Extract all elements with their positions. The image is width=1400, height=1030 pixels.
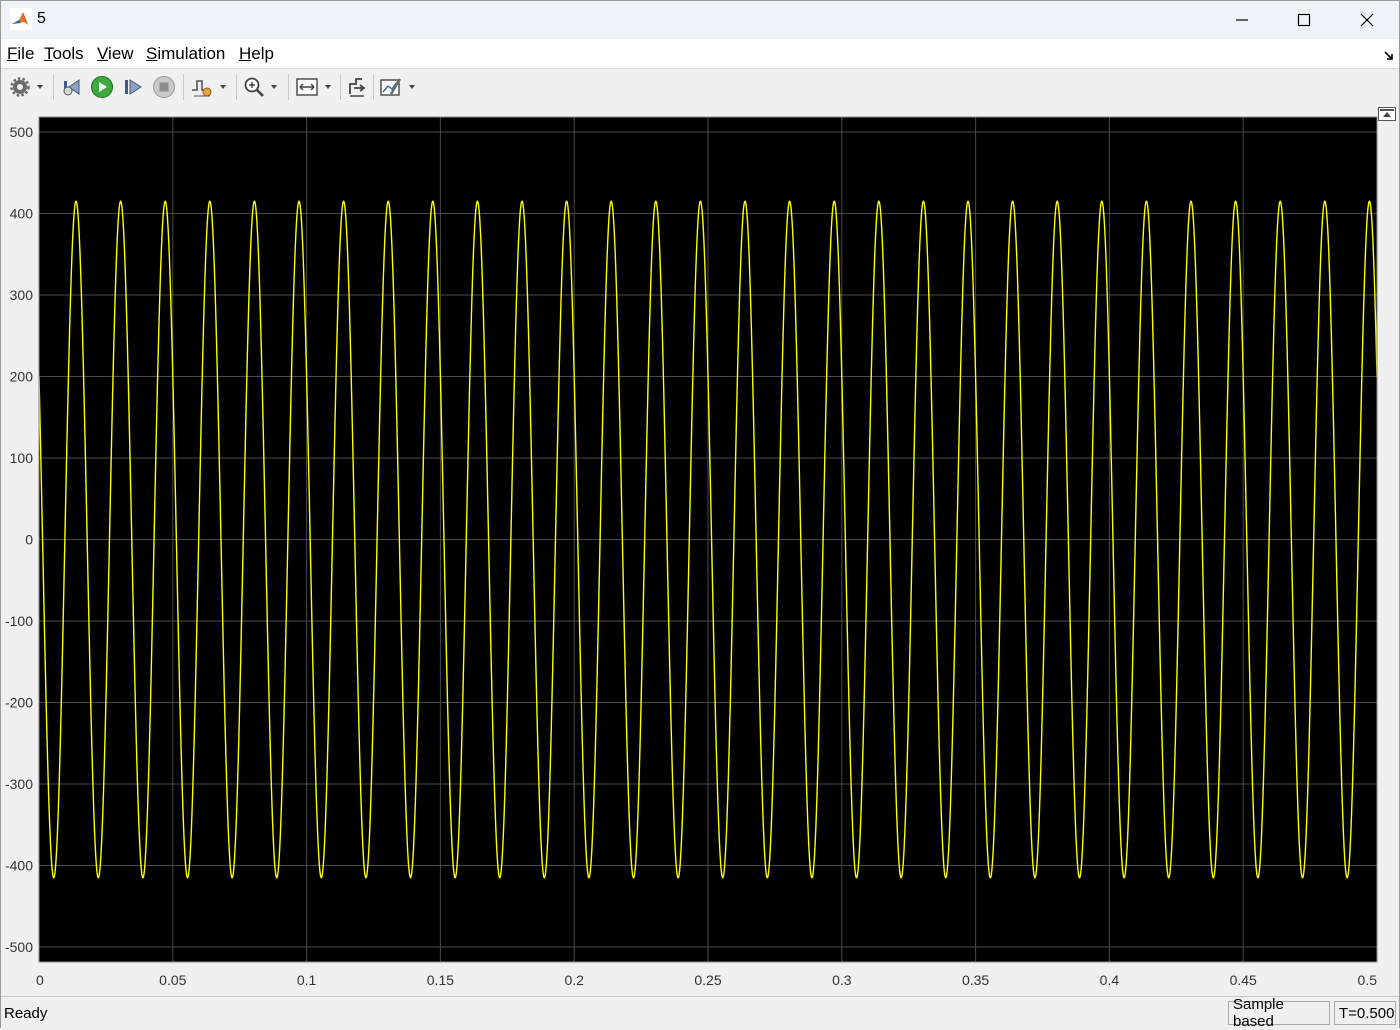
autoscale-icon bbox=[296, 78, 318, 96]
maximize-button[interactable] bbox=[1273, 1, 1335, 39]
stop-icon bbox=[153, 76, 175, 98]
scope-plot[interactable]: -500 -400 -300 -200 -100 0 100 200 300 400 500 0 0.… bbox=[1, 105, 1399, 995]
menu-help[interactable]: Help bbox=[239, 44, 274, 64]
chevron-down-icon bbox=[325, 85, 331, 89]
y-tick-label: -300 bbox=[5, 776, 33, 792]
signal-statistics-icon bbox=[380, 78, 402, 96]
chevron-down-icon bbox=[271, 85, 277, 89]
cursor-measurements-icon bbox=[349, 78, 366, 97]
scope-window: 5 File Tools View Simulation Help -500 -… bbox=[0, 0, 1400, 1030]
title-bar[interactable]: 5 bbox=[1, 1, 1399, 39]
toolbar-divider bbox=[373, 74, 374, 100]
cursor-measurements-button[interactable] bbox=[346, 74, 368, 100]
y-tick-label: 0 bbox=[25, 532, 33, 548]
zoom-in-icon bbox=[244, 77, 264, 97]
x-tick-label: 0.3 bbox=[832, 972, 852, 988]
toolbar bbox=[1, 68, 1399, 106]
step-forward-button[interactable] bbox=[122, 74, 144, 100]
y-tick-label: 500 bbox=[10, 124, 34, 140]
y-tick-label: 300 bbox=[10, 287, 34, 303]
matlab-logo-icon bbox=[10, 8, 32, 30]
x-tick-label: 0.2 bbox=[564, 972, 584, 988]
menu-bar: File Tools View Simulation Help bbox=[1, 39, 1399, 68]
chevron-down-icon bbox=[37, 85, 43, 89]
step-back-button[interactable] bbox=[60, 74, 82, 100]
x-tick-label: 0.4 bbox=[1100, 972, 1120, 988]
chevron-down-icon bbox=[220, 85, 226, 89]
menu-simulation[interactable]: Simulation bbox=[146, 44, 225, 64]
run-icon bbox=[91, 76, 113, 98]
toolbar-divider bbox=[340, 74, 341, 100]
toolbar-divider bbox=[288, 74, 289, 100]
toolbar-divider bbox=[236, 74, 237, 100]
step-back-icon bbox=[63, 79, 80, 96]
x-tick-label: 0.25 bbox=[694, 972, 721, 988]
y-tick-label: -500 bbox=[5, 939, 33, 955]
x-tick-label: 0.15 bbox=[427, 972, 454, 988]
minimize-icon bbox=[1236, 19, 1248, 21]
triggers-dropdown-button[interactable] bbox=[190, 74, 226, 100]
chevron-down-icon bbox=[409, 85, 415, 89]
menu-file[interactable]: File bbox=[7, 44, 34, 64]
simulation-time-indicator: T=0.500 bbox=[1334, 1001, 1396, 1025]
menu-view[interactable]: View bbox=[97, 44, 134, 64]
undock-arrow-icon[interactable] bbox=[1383, 49, 1395, 61]
y-tick-label: 200 bbox=[10, 369, 34, 385]
triggers-icon bbox=[192, 80, 212, 97]
minimize-button[interactable] bbox=[1211, 1, 1273, 39]
close-button[interactable] bbox=[1336, 1, 1398, 39]
x-tick-label: 0.1 bbox=[297, 972, 317, 988]
toolbar-divider bbox=[183, 74, 184, 100]
sample-mode-indicator: Sample based bbox=[1228, 996, 1330, 1030]
window-title: 5 bbox=[37, 10, 46, 27]
y-axis-ticks: -500 -400 -300 -200 -100 0 100 200 300 400 500 bbox=[5, 124, 33, 955]
stop-button[interactable] bbox=[152, 74, 176, 100]
x-tick-label: 0.35 bbox=[962, 972, 989, 988]
signal-statistics-dropdown-button[interactable] bbox=[379, 74, 415, 100]
step-forward-icon bbox=[125, 79, 142, 95]
y-tick-label: 100 bbox=[10, 450, 34, 466]
zoom-dropdown-button[interactable] bbox=[243, 74, 277, 100]
x-tick-label: 0 bbox=[36, 972, 44, 988]
settings-gear-icon bbox=[10, 77, 30, 97]
maximize-icon bbox=[1297, 13, 1311, 27]
x-axis-ticks: 0 0.05 0.1 0.15 0.2 0.25 0.3 0.35 0.4 0.45 0.5 bbox=[36, 972, 1377, 988]
y-tick-label: -100 bbox=[5, 613, 33, 629]
y-tick-label: -200 bbox=[5, 695, 33, 711]
x-tick-label: 0.5 bbox=[1358, 972, 1378, 988]
run-button[interactable] bbox=[90, 74, 114, 100]
toolbar-divider bbox=[53, 74, 54, 100]
x-tick-label: 0.05 bbox=[159, 972, 186, 988]
y-tick-label: -400 bbox=[5, 858, 33, 874]
autoscale-dropdown-button[interactable] bbox=[295, 74, 331, 100]
close-icon bbox=[1360, 13, 1374, 27]
x-tick-label: 0.45 bbox=[1230, 972, 1257, 988]
status-bar: Ready Sample based T=0.500 bbox=[1, 996, 1399, 1030]
y-tick-label: 400 bbox=[10, 206, 34, 222]
settings-dropdown-button[interactable] bbox=[9, 74, 43, 100]
menu-tools[interactable]: Tools bbox=[44, 44, 84, 64]
status-text: Ready bbox=[4, 1005, 48, 1022]
